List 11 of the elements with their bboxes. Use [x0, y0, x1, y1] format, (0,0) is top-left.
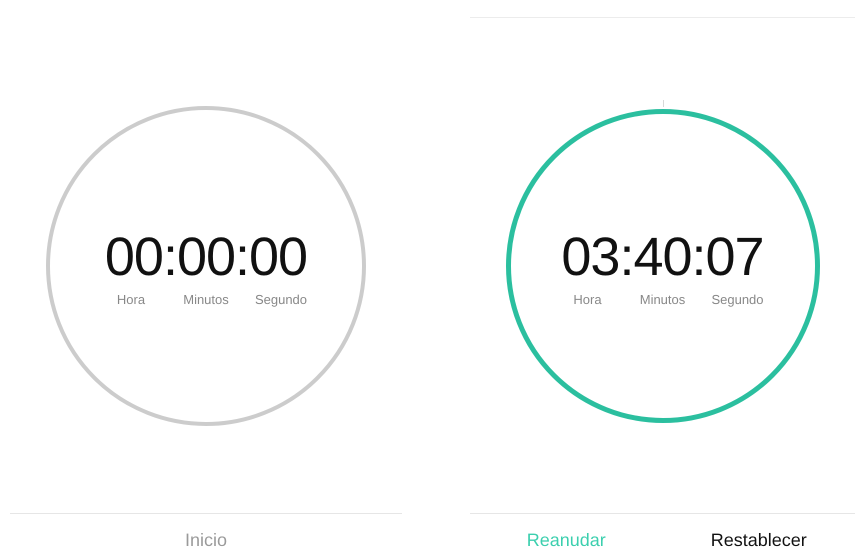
action-button[interactable]: Restablecer [662, 514, 855, 558]
action-button[interactable]: Reanudar [470, 514, 662, 558]
unit-label: Minutos [182, 292, 230, 307]
unit-label: Segundo [254, 292, 308, 307]
dial-marker [662, 100, 664, 106]
unit-label: Hora [116, 292, 146, 307]
unit-label: Minutos [638, 292, 686, 307]
timer-readout: 00:00:00 [104, 230, 308, 284]
timer-readout: 03:40:07 [561, 230, 764, 284]
unit-label: Segundo [710, 292, 765, 307]
unit-label: Hora [572, 292, 603, 307]
